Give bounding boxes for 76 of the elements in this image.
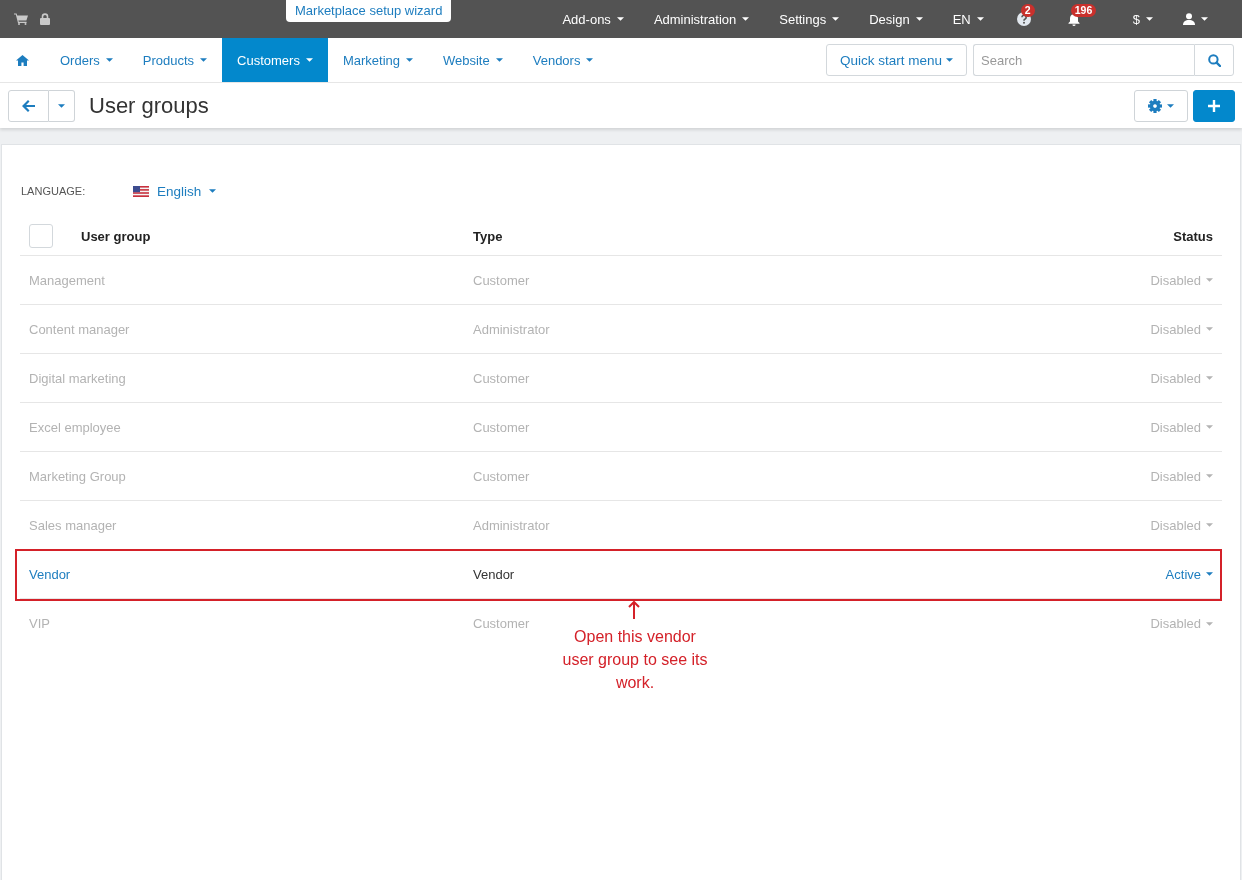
search-field[interactable]: Search: [973, 44, 1194, 76]
type-cell: Administrator: [473, 517, 550, 533]
language-selector[interactable]: English: [133, 183, 217, 199]
caret-icon: [1206, 523, 1213, 527]
count-badge: 196: [1070, 4, 1097, 17]
caret-icon: [105, 58, 113, 62]
caret-icon: [976, 17, 984, 21]
caret-icon: [586, 58, 594, 62]
user-icon: [1183, 13, 1195, 25]
notifications-button[interactable]: 196: [1048, 0, 1118, 38]
status-dropdown[interactable]: Active: [1165, 566, 1213, 582]
arrow-left-icon: [22, 99, 35, 112]
home-icon: [16, 54, 29, 66]
caret-icon: [58, 103, 65, 108]
caret-icon: [1206, 621, 1213, 626]
nav-tab[interactable]: Customers: [222, 38, 328, 82]
nav-tab[interactable]: Vendors: [517, 38, 609, 82]
top-menu-item[interactable]: Settings: [764, 0, 855, 38]
type-cell: Customer: [473, 419, 530, 435]
caret-icon: [200, 58, 208, 62]
column-header: Status: [1173, 228, 1213, 244]
nav-tab[interactable]: Orders: [45, 38, 128, 82]
caret-icon: [1206, 425, 1213, 429]
top-menu-item[interactable]: Administration: [638, 0, 765, 38]
quick-start-menu-button[interactable]: Quick start menu: [825, 44, 967, 76]
type-cell: Administrator: [473, 321, 550, 337]
select-all-checkbox[interactable]: [29, 224, 53, 248]
page-title: User groups: [89, 92, 209, 119]
lock-icon[interactable]: [40, 13, 50, 25]
language-label: LANGUAGE:: [21, 185, 87, 197]
caret-icon: [1206, 376, 1213, 380]
top-menu-item[interactable]: Add-ons: [547, 0, 639, 38]
caret-icon: [616, 17, 624, 21]
setup-wizard-link[interactable]: Marketplace setup wizard: [286, 0, 452, 22]
caret-icon: [915, 17, 923, 21]
help-menu-button[interactable]: 2: [998, 0, 1049, 38]
column-header: Type: [473, 228, 503, 244]
caret-icon: [1206, 327, 1213, 331]
gear-icon: [1148, 98, 1162, 113]
flag-icon: [133, 185, 149, 197]
type-cell: Customer: [473, 370, 530, 386]
search-button[interactable]: [1194, 44, 1234, 76]
back-button[interactable]: [8, 89, 49, 122]
annotation-text: Open this vendor user group to see its work.: [561, 627, 709, 693]
cart-icon[interactable]: [14, 13, 28, 25]
caret-icon: [1167, 103, 1174, 108]
caret-icon: [495, 58, 503, 62]
arrow-up-icon: [628, 600, 640, 619]
caret-icon: [209, 189, 217, 193]
type-cell: Vendor: [473, 566, 515, 582]
caret-icon: [406, 58, 413, 62]
nav-tab[interactable]: Products: [127, 38, 223, 82]
count-badge: 2: [1020, 4, 1035, 17]
column-header: User group: [81, 228, 151, 244]
add-button[interactable]: [1193, 89, 1235, 122]
top-menu-item[interactable]: EN: [937, 0, 999, 38]
user-group-link[interactable]: Vendor: [29, 566, 71, 582]
caret-icon: [946, 58, 953, 62]
caret-icon: [1206, 278, 1213, 282]
nav-tab[interactable]: Marketing: [327, 38, 428, 82]
caret-icon: [1206, 572, 1213, 576]
type-cell: Customer: [473, 616, 530, 631]
caret-icon: [305, 58, 313, 62]
type-cell: Customer: [473, 468, 530, 484]
plus-icon: [1208, 99, 1220, 112]
caret-icon: [1146, 17, 1153, 21]
caret-icon: [1201, 17, 1208, 21]
type-cell: Customer: [473, 272, 530, 288]
settings-button[interactable]: [1134, 89, 1188, 122]
top-menu-item[interactable]: Design: [854, 0, 938, 38]
search-icon: [1207, 53, 1221, 67]
caret-icon: [1206, 474, 1213, 478]
caret-icon: [742, 17, 750, 21]
nav-tab[interactable]: Website: [428, 38, 518, 82]
top-menu-item[interactable]: $: [1117, 0, 1168, 38]
caret-icon: [832, 17, 840, 21]
